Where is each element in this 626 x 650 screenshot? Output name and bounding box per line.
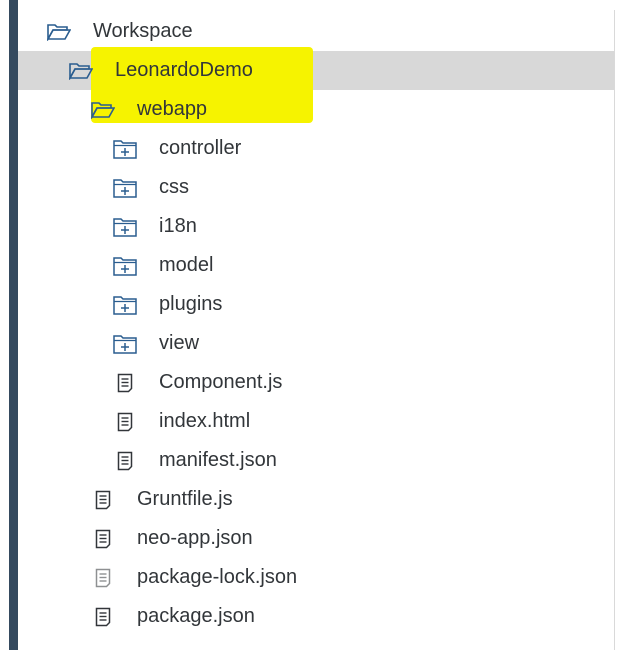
tree-item-label: plugins [159, 293, 223, 315]
tree-item-label: neo-app.json [137, 527, 253, 549]
tree-item-label: Component.js [159, 371, 283, 393]
folder-plus-icon [112, 138, 138, 160]
tree-item-label: manifest.json [159, 449, 277, 471]
document-icon [90, 489, 116, 511]
folder-plus-icon [112, 255, 138, 277]
tree-item-view[interactable]: view [18, 324, 614, 363]
folder-plus-icon [112, 333, 138, 355]
tree-item-label: model [159, 254, 214, 276]
tree-item-index-html[interactable]: index.html [18, 402, 614, 441]
tree-item-model[interactable]: model [18, 246, 614, 285]
tree-item-package-lock-json[interactable]: package-lock.json [18, 558, 614, 597]
folder-plus-icon [112, 294, 138, 316]
document-icon [112, 411, 138, 433]
tree-item-css[interactable]: css [18, 168, 614, 207]
tree-item-controller[interactable]: controller [18, 129, 614, 168]
tree-item-label: package.json [137, 605, 255, 627]
file-tree: Workspace LeonardoDemo webapp controller… [18, 12, 614, 636]
tree-item-i18n[interactable]: i18n [18, 207, 614, 246]
tree-item-label: package-lock.json [137, 566, 298, 588]
tree-item-label: LeonardoDemo [115, 59, 253, 81]
tree-item-label: Gruntfile.js [137, 488, 233, 510]
folder-plus-icon [112, 216, 138, 238]
document-icon [90, 528, 116, 550]
tree-item-label: index.html [159, 410, 251, 432]
tree-item-label: css [159, 176, 189, 198]
sidebar-bar [9, 0, 18, 650]
tree-item-component-js[interactable]: Component.js [18, 363, 614, 402]
tree-item-package-json[interactable]: package.json [18, 597, 614, 636]
tree-item-label: view [159, 332, 200, 354]
document-icon [112, 372, 138, 394]
tree-item-manifest-json[interactable]: manifest.json [18, 441, 614, 480]
tree-item-label: i18n [159, 215, 197, 237]
document-icon [90, 606, 116, 628]
folder-open-icon [90, 99, 116, 121]
tree-item-gruntfile-js[interactable]: Gruntfile.js [18, 480, 614, 519]
document-icon [112, 450, 138, 472]
tree-item-label: webapp [137, 98, 208, 120]
document-icon [90, 567, 116, 589]
tree-item-label: controller [159, 137, 242, 159]
folder-open-icon [68, 60, 94, 82]
folder-plus-icon [112, 177, 138, 199]
tree-item-workspace[interactable]: Workspace [18, 12, 614, 51]
tree-item-plugins[interactable]: plugins [18, 285, 614, 324]
top-strip [0, 0, 626, 9]
panel-border [614, 10, 615, 650]
tree-item-neo-app-json[interactable]: neo-app.json [18, 519, 614, 558]
tree-item-label: Workspace [93, 20, 193, 42]
folder-open-icon [46, 21, 72, 43]
